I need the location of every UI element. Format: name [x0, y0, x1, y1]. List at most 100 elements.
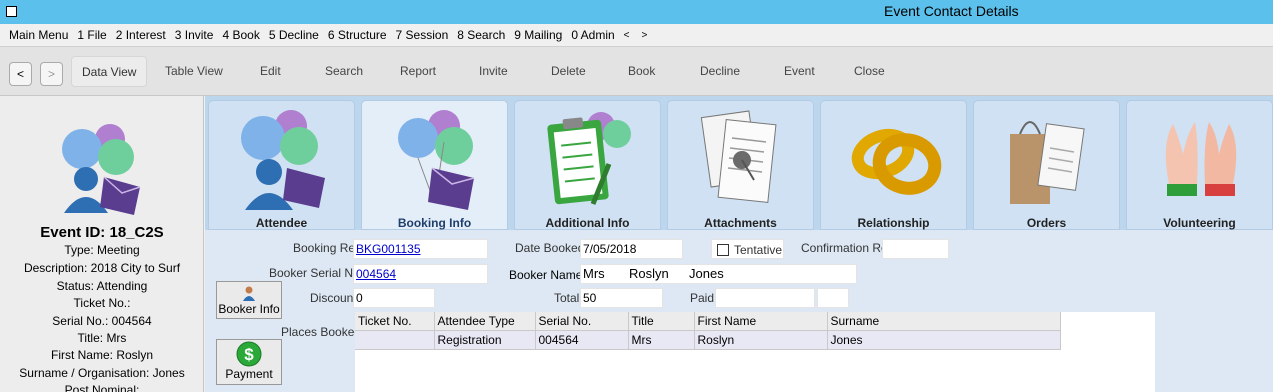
contact-first-name: First Name: Roslyn [50, 348, 154, 362]
tab-attendee-label: Attendee [255, 216, 308, 230]
tab-volunteering[interactable]: Volunteering [1126, 100, 1273, 230]
cell-surname[interactable]: Jones [827, 330, 1061, 350]
event-summary-panel: Event ID: 18_C2S Type: Meeting Descripti… [0, 96, 204, 392]
event-status: Status: Attending [56, 279, 148, 293]
attendee-balloons-icon [241, 110, 325, 210]
menu-interest[interactable]: 2 Interest [116, 28, 166, 42]
menu-book[interactable]: 4 Book [222, 28, 259, 42]
tab-attachments[interactable]: Attachments [667, 100, 814, 230]
tentative-label: Tentative [734, 243, 783, 257]
menu-session[interactable]: 7 Session [396, 28, 449, 42]
menu-structure[interactable]: 6 Structure [328, 28, 387, 42]
booking-balloons-icon [398, 110, 475, 210]
payment-button[interactable]: $ Payment [216, 339, 282, 385]
booker-info-label: Booker Info [218, 302, 280, 316]
tab-relationship-label: Relationship [857, 216, 930, 230]
shopping-bag-icon [1010, 121, 1085, 204]
tab-volunteering-label: Volunteering [1163, 216, 1236, 230]
title-bar: Event Contact Details [0, 0, 1273, 24]
close-button[interactable]: Close [854, 64, 885, 78]
menu-main[interactable]: Main Menu [9, 28, 68, 42]
cell-title[interactable]: Mrs [628, 330, 695, 350]
total-field[interactable]: 50 [580, 288, 663, 308]
menu-invite[interactable]: 3 Invite [175, 28, 214, 42]
booker-serial-link[interactable]: 004564 [356, 267, 396, 281]
tentative-checkbox[interactable]: Tentative [711, 239, 784, 259]
discount-label: Discount [310, 291, 357, 305]
col-title[interactable]: Title [628, 312, 695, 331]
post-nominal: Post Nominal: [64, 383, 140, 392]
back-button[interactable]: < [9, 62, 32, 86]
payment-label: Payment [225, 367, 273, 381]
booker-first-name: Roslyn [629, 266, 669, 281]
col-serial-no[interactable]: Serial No. [535, 312, 629, 331]
event-type: Type: Meeting [64, 243, 140, 257]
serial-no: Serial No.: 004564 [52, 314, 152, 328]
tab-orders[interactable]: Orders [973, 100, 1120, 230]
discount-field[interactable]: 0 [353, 288, 435, 308]
book-button[interactable]: Book [628, 64, 655, 78]
delete-button[interactable]: Delete [551, 64, 586, 78]
cell-serial-no[interactable]: 004564 [535, 330, 629, 350]
paid-field-extra[interactable] [817, 288, 849, 308]
search-button[interactable]: Search [325, 64, 363, 78]
data-view-button[interactable]: Data View [71, 56, 148, 87]
table-row[interactable]: Registration 004564 Mrs Roslyn Jones [355, 330, 1061, 350]
tab-strip: Attendee Booking Info Additional Info At… [205, 96, 1273, 230]
date-booked-field[interactable]: 7/05/2018 [580, 239, 683, 259]
cell-attendee-type[interactable]: Registration [434, 330, 536, 350]
booker-name-field[interactable]: Mrs Roslyn Jones [580, 264, 857, 284]
tab-orders-label: Orders [1026, 216, 1067, 230]
col-surname[interactable]: Surname [827, 312, 1061, 331]
menu-decline[interactable]: 5 Decline [269, 28, 319, 42]
menu-file[interactable]: 1 File [77, 28, 106, 42]
cell-first-name[interactable]: Roslyn [694, 330, 828, 350]
tab-attendee[interactable]: Attendee [208, 100, 355, 230]
paid-label: Paid [690, 291, 715, 305]
contact-title: Title: Mrs [77, 331, 127, 345]
booking-ref-label: Booking Ref [293, 241, 359, 255]
col-first-name[interactable]: First Name [694, 312, 828, 331]
decline-button[interactable]: Decline [700, 64, 740, 78]
menu-search[interactable]: 8 Search [457, 28, 505, 42]
tab-booking-info-label: Booking Info [397, 216, 472, 230]
booker-serial-field[interactable]: 004564 [353, 264, 488, 284]
col-attendee-type[interactable]: Attendee Type [434, 312, 536, 331]
contact-surname: Surname / Organisation: Jones [19, 366, 185, 380]
tab-relationship[interactable]: Relationship [820, 100, 967, 230]
main-panel: Attendee Booking Info Additional Info At… [205, 96, 1273, 392]
menu-scroll-left-icon[interactable]: < [624, 30, 630, 41]
confirmation-ref-label: Confirmation Ref [801, 241, 892, 255]
booking-ref-field[interactable]: BKG001135 [353, 239, 488, 259]
raised-hands-icon [1165, 122, 1237, 196]
places-booked-table: Ticket No. Attendee Type Serial No. Titl… [355, 312, 1061, 350]
booker-serial-label: Booker Serial No [269, 266, 360, 280]
booking-ref-link[interactable]: BKG001135 [356, 242, 421, 256]
menu-mailing[interactable]: 9 Mailing [514, 28, 562, 42]
places-booked-label: Places Booked [281, 325, 362, 339]
forward-button[interactable]: > [40, 62, 63, 86]
booker-name-label: Booker Name [509, 268, 583, 282]
invite-button[interactable]: Invite [479, 64, 508, 78]
toolbar: < > Data View Table View Edit Search Rep… [0, 46, 1273, 96]
paid-field[interactable] [715, 288, 815, 308]
event-button[interactable]: Event [784, 64, 815, 78]
event-balloons-icon [62, 124, 141, 215]
cell-ticket-no[interactable] [355, 330, 435, 350]
tab-additional-info[interactable]: Additional Info [514, 100, 661, 230]
menu-bar: Main Menu 1 File 2 Interest 3 Invite 4 B… [0, 24, 1273, 46]
booker-info-button[interactable]: Booker Info [216, 281, 282, 319]
booker-last-name: Jones [689, 266, 724, 281]
window-menu-icon[interactable] [6, 6, 17, 17]
date-booked-label: Date Booked [515, 241, 585, 255]
person-icon [243, 286, 255, 301]
tentative-checkbox-box[interactable] [717, 244, 729, 256]
menu-scroll-right-icon[interactable]: > [642, 30, 648, 41]
confirmation-ref-field[interactable] [882, 239, 949, 259]
table-view-button[interactable]: Table View [165, 64, 223, 78]
report-button[interactable]: Report [400, 64, 436, 78]
col-ticket-no[interactable]: Ticket No. [355, 312, 435, 331]
edit-button[interactable]: Edit [260, 64, 281, 78]
tab-booking-info[interactable]: Booking Info [361, 100, 508, 230]
menu-admin[interactable]: 0 Admin [571, 28, 614, 42]
